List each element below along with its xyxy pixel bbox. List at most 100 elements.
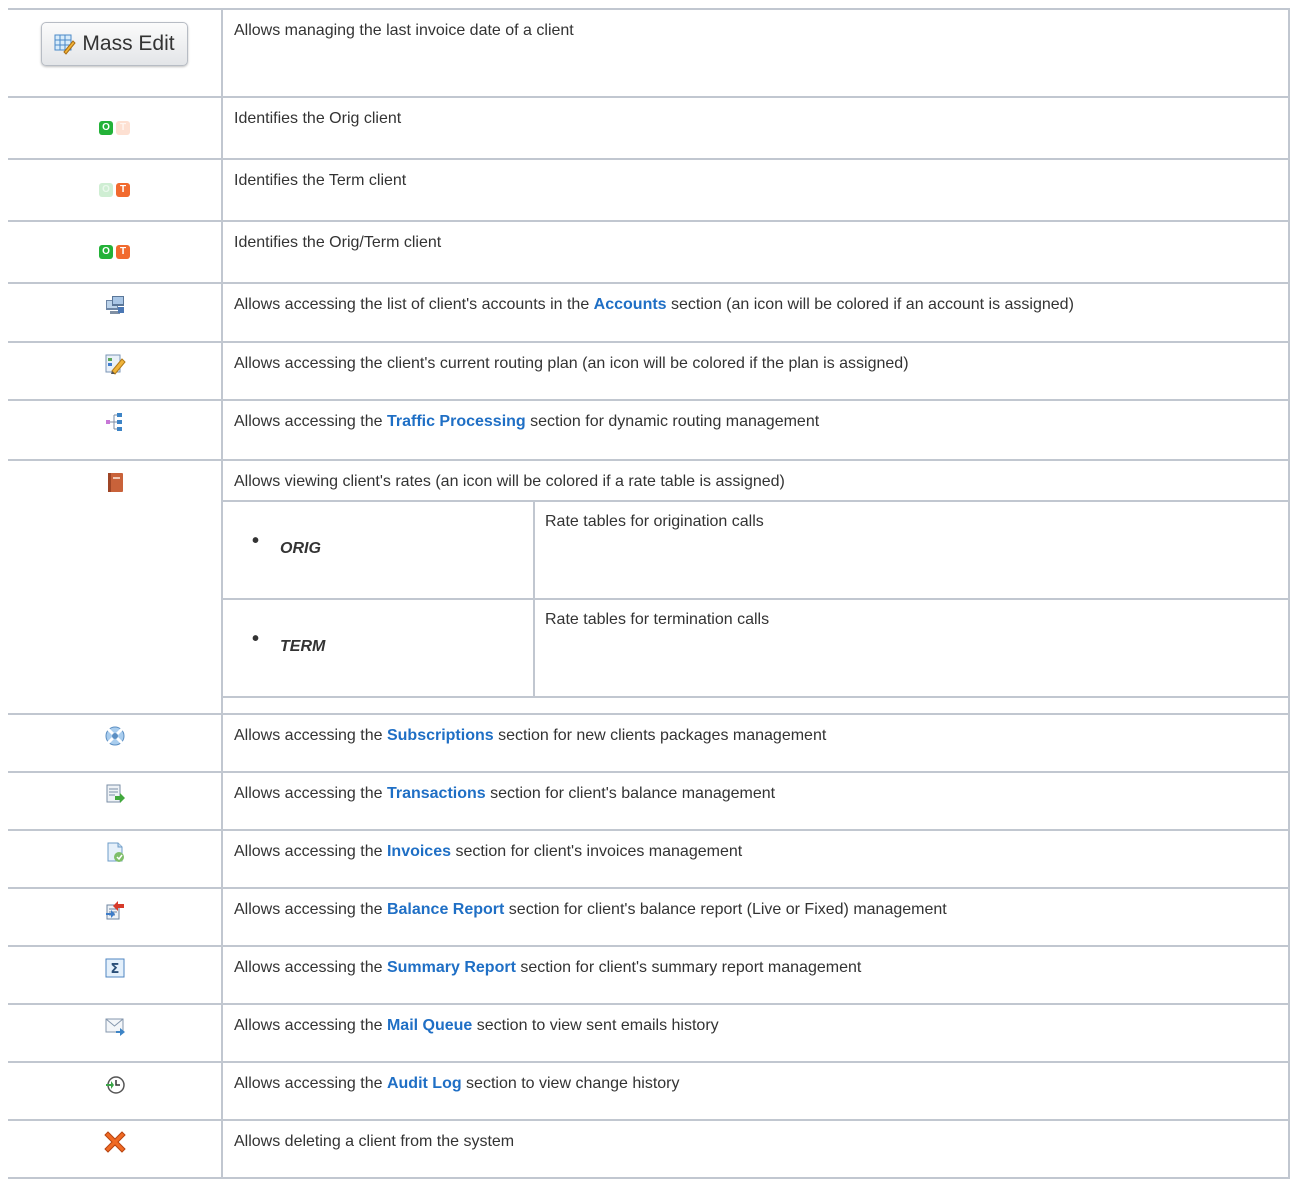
description-cell: Allows accessing the Transactions sectio… (221, 771, 1290, 831)
bullet-item: TERM (224, 601, 532, 657)
invoices-icon[interactable] (104, 841, 126, 868)
description-fragment: section for client's summary report mana… (515, 959, 862, 976)
term-badge-icon: T (116, 121, 130, 135)
description-fragment: Allows accessing the (234, 413, 387, 430)
description-text: Allows accessing the list of client's ac… (234, 295, 1288, 315)
icon-cell: OT (8, 158, 223, 222)
legend-row: Allows accessing the Invoices section fo… (8, 829, 1290, 889)
section-link[interactable]: Audit Log (387, 1075, 462, 1092)
description-fragment: Allows accessing the list of client's ac… (234, 296, 594, 313)
routing-plan-icon[interactable] (104, 353, 126, 380)
bullet-item: ORIG (224, 503, 532, 559)
description-fragment: Allows accessing the (234, 901, 387, 918)
description-cell: Allows accessing the Audit Log section t… (221, 1061, 1290, 1121)
balance-report-icon[interactable] (104, 899, 126, 926)
section-link[interactable]: Mail Queue (387, 1017, 472, 1034)
description-cell: Allows accessing the Subscriptions secti… (221, 713, 1290, 773)
icon-cell (8, 1119, 223, 1179)
icon-cell (8, 829, 223, 889)
audit-log-icon[interactable] (104, 1073, 126, 1100)
description-text: Allows accessing the Audit Log section t… (234, 1074, 1288, 1094)
mass-edit-button[interactable]: Mass Edit (41, 22, 188, 66)
icon-cell: Mass Edit (8, 8, 223, 98)
accounts-icon[interactable] (104, 294, 126, 321)
description-cell: Identifies the Orig/Term client (221, 220, 1290, 284)
description-text: Identifies the Orig/Term client (234, 233, 1288, 253)
rate-type-name-cell: ORIG (223, 500, 535, 600)
section-link[interactable]: Traffic Processing (387, 413, 526, 430)
description-cell: Allows accessing the Invoices section fo… (221, 829, 1290, 889)
legend-row: Allows accessing the Balance Report sect… (8, 887, 1290, 947)
description-cell: Allows accessing the client's current ro… (221, 341, 1290, 401)
description-fragment: Allows accessing the (234, 727, 387, 744)
legend-row: Allows accessing the client's current ro… (8, 341, 1290, 401)
description-fragment: Allows accessing the (234, 1017, 387, 1034)
legend-row: O T Identifies the Orig/Term client (8, 220, 1290, 284)
section-link[interactable]: Accounts (594, 296, 667, 313)
svg-text:Σ: Σ (110, 962, 119, 977)
rate-type-name-cell: TERM (223, 598, 535, 698)
traffic-processing-icon[interactable] (104, 411, 126, 438)
description-cell: Allows viewing client's rates (an icon w… (221, 459, 1290, 715)
description-text: Allows viewing client's rates (an icon w… (234, 472, 1288, 492)
description-fragment: section for client's invoices management (451, 843, 743, 860)
icon-cell: OT (8, 96, 223, 160)
legend-row: O T Identifies the Term client (8, 158, 1290, 222)
section-link[interactable]: Invoices (387, 843, 451, 860)
rates-book-icon[interactable] (104, 471, 126, 498)
orig-badge-icon: O (99, 121, 113, 135)
description-fragment: section for new clients packages managem… (493, 727, 827, 744)
description-cell: Identifies the Orig client (221, 96, 1290, 160)
description-fragment: section for client's balance report (Liv… (504, 901, 947, 918)
orig-badge-icon: O (99, 183, 113, 197)
description-text: Allows accessing the Balance Report sect… (234, 900, 1288, 920)
legend-row: Allows accessing the Subscriptions secti… (8, 713, 1290, 773)
rate-types-table: ORIGRate tables for origination calls TER… (223, 500, 1288, 698)
rate-type-description: Rate tables for termination calls (533, 598, 1288, 698)
description-cell: Allows accessing the list of client's ac… (221, 282, 1290, 343)
term-badge-icon: T (116, 183, 130, 197)
legend-row: Mass Edit Allows managing the last invoic… (8, 8, 1290, 98)
rate-type-name: TERM (280, 638, 326, 655)
description-text: Allows accessing the Subscriptions secti… (234, 726, 1288, 746)
icon-cell: Σ (8, 945, 223, 1005)
legend-row: Allows accessing the Traffic Processing … (8, 399, 1290, 461)
mass-edit-label: Mass Edit (82, 32, 175, 55)
section-link[interactable]: Transactions (387, 785, 486, 802)
legend-row: Allows accessing the Audit Log section t… (8, 1061, 1290, 1121)
legend-row: Allows deleting a client from the system (8, 1119, 1290, 1179)
rate-type-description: Rate tables for origination calls (533, 500, 1288, 600)
section-link[interactable]: Balance Report (387, 901, 504, 918)
description-fragment: Identifies the Orig/Term client (234, 234, 442, 251)
term-client-icon: OT (99, 179, 130, 197)
description-text: Allows accessing the Invoices section fo… (234, 842, 1288, 862)
legend-row: Allows accessing the list of client's ac… (8, 282, 1290, 343)
description-text: Allows managing the last invoice date of… (234, 21, 1288, 41)
description-cell: Allows deleting a client from the system (221, 1119, 1290, 1179)
description-fragment: Allows accessing the (234, 959, 387, 976)
description-fragment: Allows accessing the (234, 1075, 387, 1092)
term-badge-icon: T (116, 245, 130, 259)
icon-cell (8, 341, 223, 401)
transactions-icon[interactable] (104, 783, 126, 810)
description-fragment: Allows viewing client's rates (an icon w… (234, 473, 785, 490)
legend-row: Σ Allows accessing the Summary Report sec… (8, 945, 1290, 1005)
section-link[interactable]: Summary Report (387, 959, 516, 976)
legend-table: Mass Edit Allows managing the last invoic… (8, 8, 1290, 1179)
subscriptions-icon[interactable] (104, 725, 126, 752)
description-text: Allows accessing the Traffic Processing … (234, 412, 1288, 432)
description-text: Allows accessing the Mail Queue section … (234, 1016, 1288, 1036)
section-link[interactable]: Subscriptions (387, 727, 494, 744)
description-fragment: section to view change history (461, 1075, 680, 1092)
mail-queue-icon[interactable] (104, 1015, 126, 1042)
description-fragment: Identifies the Term client (234, 172, 407, 189)
legend-row: O T Identifies the Orig client (8, 96, 1290, 160)
delete-icon[interactable] (103, 1131, 126, 1158)
description-text: Allows deleting a client from the system (234, 1132, 1288, 1152)
summary-report-icon[interactable]: Σ (104, 957, 126, 984)
description-fragment: Identifies the Orig client (234, 110, 402, 127)
orig-client-icon: OT (99, 117, 130, 135)
description-text: Allows accessing the client's current ro… (234, 354, 1288, 374)
description-fragment: Allows deleting a client from the system (234, 1133, 515, 1150)
description-text: Allows accessing the Transactions sectio… (234, 784, 1288, 804)
